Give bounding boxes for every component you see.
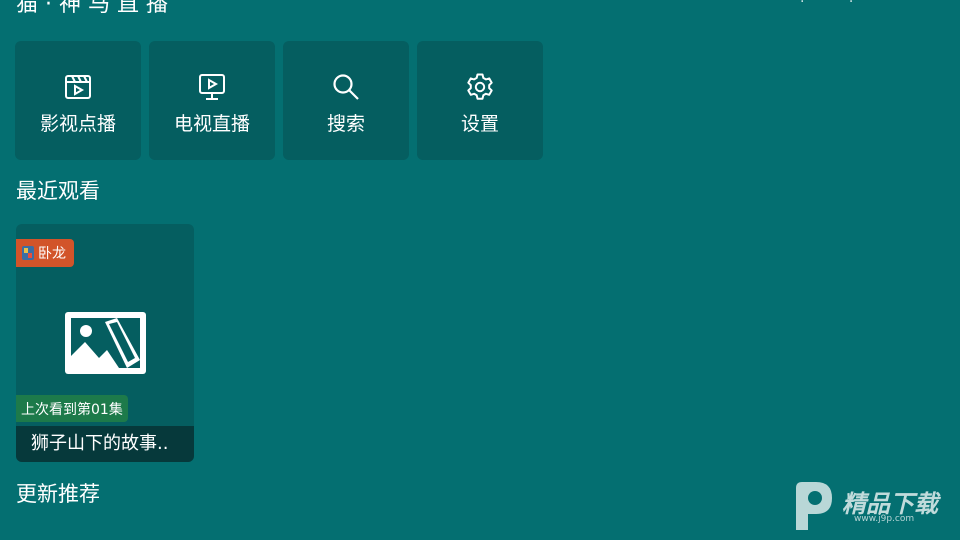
watermark-logo-icon — [796, 482, 832, 530]
source-badge: 卧龙 — [16, 239, 74, 267]
image-placeholder-icon — [65, 312, 146, 374]
home-screen: 猫 · 神 马 直 播 · · 影视点播 电视直播 搜索 设置 最近观看 卧龙 … — [0, 0, 960, 540]
tile-vod[interactable]: 影视点播 — [15, 41, 141, 160]
watermark-url: www.j9p.com — [854, 514, 915, 524]
tile-live-tv[interactable]: 电视直播 — [149, 41, 275, 160]
tile-settings-label: 设置 — [460, 113, 499, 135]
app-title: 猫 · 神 马 直 播 — [16, 0, 168, 17]
gear-icon — [467, 73, 493, 100]
tile-search-label: 搜索 — [326, 113, 365, 135]
film-icon — [65, 75, 91, 99]
quick-actions: 影视点播 电视直播 搜索 设置 — [15, 41, 543, 160]
recent-section-title: 最近观看 — [16, 179, 100, 203]
recent-card-title: 狮子山下的故事.. — [16, 426, 194, 462]
watch-progress-badge: 上次看到第01集 — [16, 395, 128, 422]
tile-vod-label: 影视点播 — [39, 113, 116, 135]
search-icon — [333, 74, 359, 100]
updates-section-title: 更新推荐 — [16, 482, 100, 506]
tv-play-icon — [199, 74, 225, 100]
tile-settings[interactable]: 设置 — [417, 41, 543, 160]
source-badge-label: 卧龙 — [38, 246, 66, 262]
watermark: 精品下载 www.j9p.com — [784, 478, 954, 536]
tile-live-tv-label: 电视直播 — [173, 113, 250, 135]
source-logo-icon — [22, 246, 34, 260]
recent-card[interactable]: 卧龙 上次看到第01集 狮子山下的故事.. — [16, 224, 194, 462]
tile-search[interactable]: 搜索 — [283, 41, 409, 160]
status-indicators: · · — [800, 0, 874, 10]
